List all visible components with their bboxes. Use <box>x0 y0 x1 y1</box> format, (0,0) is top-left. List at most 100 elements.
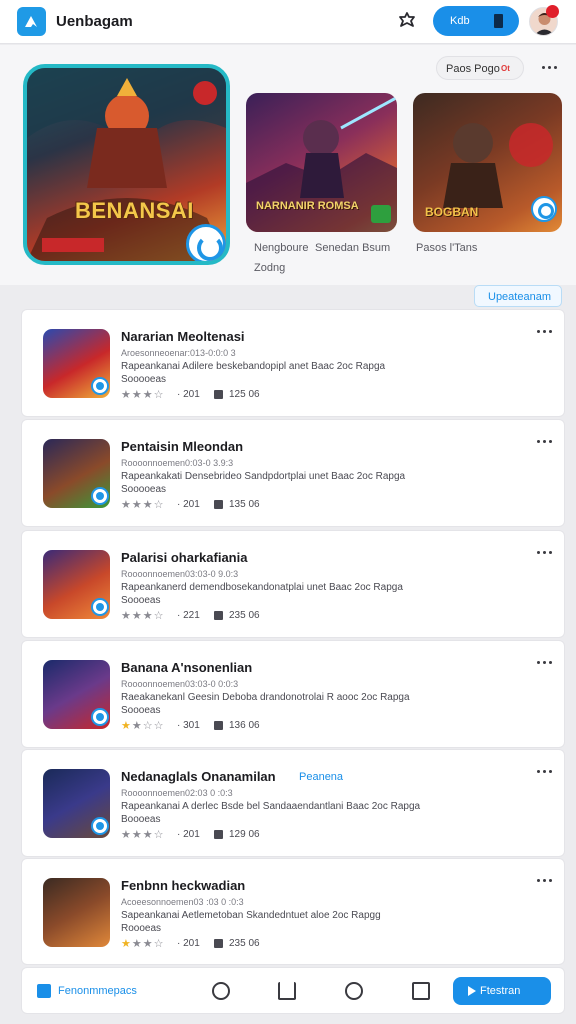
featured-caption-sub: Zodng <box>254 262 286 274</box>
app-description: Raeakanekanl Geesin Deboba drandonotrola… <box>121 692 410 716</box>
app-meta: Roooonnoemen02:03 0 :0:3 <box>121 788 233 798</box>
featured-card[interactable]: BOGBAN <box>413 93 562 232</box>
app-downloads: 125 06 <box>229 389 260 400</box>
app-list-item[interactable]: Nararian Meoltenasi Aroesonneoenar:013-0… <box>21 309 565 417</box>
star-rating: ★★★☆ <box>121 938 165 950</box>
cta-button[interactable]: Ftestran <box>453 977 551 1005</box>
app-thumbnail <box>43 329 110 398</box>
app-meta: Roooonnoemen03:03-0 0:0:3 <box>121 679 239 689</box>
chart-icon[interactable] <box>37 984 51 998</box>
featured-caption: Pasos l'Tans <box>416 242 478 254</box>
featured-more-icon[interactable] <box>541 64 559 70</box>
app-meta: Roooonnoemen03:03-0 9.0:3 <box>121 569 239 579</box>
bottom-nav: Fenonmmepacs Ftestran <box>21 967 565 1014</box>
chat-icon[interactable] <box>212 982 230 1000</box>
app-rating: · 221 <box>177 610 200 621</box>
more-icon[interactable] <box>536 877 554 883</box>
app-title: Nedanaglals Onanamilan <box>121 769 276 784</box>
app-rating: · 301 <box>177 720 200 731</box>
app-thumbnail <box>43 769 110 838</box>
app-downloads: 129 06 <box>229 829 260 840</box>
device-icon <box>494 14 503 28</box>
download-icon <box>214 500 223 509</box>
app-list-item[interactable]: Pentaisin Mleondan Roooonnoemen0:03-0 3.… <box>21 419 565 527</box>
app-thumbnail <box>43 439 110 508</box>
app-title: Uenbagam <box>56 13 133 30</box>
download-icon <box>214 830 223 839</box>
install-badge-icon[interactable] <box>186 224 226 261</box>
download-icon <box>214 390 223 399</box>
app-list-item[interactable]: Nedanaglals Onanamilan Peanena Roooonnoe… <box>21 749 565 857</box>
app-thumbnail <box>43 878 110 947</box>
more-icon[interactable] <box>536 438 554 444</box>
bottom-nav-label[interactable]: Fenonmmepacs <box>58 985 137 997</box>
more-icon[interactable] <box>536 768 554 774</box>
install-badge-icon[interactable] <box>91 817 109 835</box>
hero-banner[interactable]: BENANSAI <box>23 64 230 265</box>
app-title: Palarisi oharkafiania <box>121 550 248 565</box>
app-description: Rapeankanai Adilere beskebandopipl anet … <box>121 361 386 385</box>
featured-card-title: BOGBAN <box>425 205 479 219</box>
checkbox-icon[interactable] <box>412 982 430 1000</box>
app-title: Fenbnn heckwadian <box>121 878 246 893</box>
top-app-bar: Uenbagam Kdb <box>0 0 576 44</box>
star-rating: ★★★☆ <box>121 499 165 511</box>
star-rating: ★★★☆ <box>121 829 165 841</box>
install-badge-icon[interactable] <box>531 196 557 222</box>
header-action-button[interactable]: Kdb <box>433 6 519 36</box>
install-badge-icon[interactable] <box>91 598 109 616</box>
download-icon <box>214 939 223 948</box>
app-list-item[interactable]: Palarisi oharkafiania Roooonnoemen03:03-… <box>21 530 565 638</box>
more-icon[interactable] <box>536 328 554 334</box>
app-downloads: 136 06 <box>229 720 260 731</box>
app-meta: Aroesonneoenar:013-0:0:0 3 <box>121 348 236 358</box>
app-downloads: 135 06 <box>229 499 260 510</box>
app-logo-icon[interactable] <box>17 7 46 36</box>
play-icon <box>468 986 476 996</box>
app-description: Rapeankanai A derlec Bsde bel Sandaaenda… <box>121 801 421 825</box>
app-description: Rapeankanerd demendbosekandonatplai unet… <box>121 582 403 606</box>
share-icon[interactable] <box>278 982 296 1000</box>
app-rating: · 201 <box>177 829 200 840</box>
featured-caption: Nengboure <box>254 242 309 254</box>
install-badge-icon[interactable] <box>91 708 109 726</box>
app-list-item[interactable]: Fenbnn heckwadian Acoeesonnoemen03 :03 0… <box>21 858 565 965</box>
featured-tab-badge: Ot <box>501 64 510 73</box>
more-icon[interactable] <box>536 549 554 555</box>
app-meta: Roooonnoemen0:03-0 3.9:3 <box>121 458 234 468</box>
featured-tab[interactable]: Paos Pogo Ot <box>436 56 524 80</box>
star-rating: ★★☆☆ <box>121 720 165 732</box>
install-badge-icon[interactable] <box>91 377 109 395</box>
app-rating: · 201 <box>177 389 200 400</box>
app-title: Nararian Meoltenasi <box>121 329 245 344</box>
download-icon <box>214 611 223 620</box>
featured-tab-label: Paos Pogo <box>446 63 500 75</box>
updates-link[interactable]: Upeateanam <box>474 285 562 307</box>
app-description: Rapeankakati Densebrideo Sandpdortplai u… <box>121 471 406 495</box>
install-badge-icon[interactable] <box>91 487 109 505</box>
app-tag[interactable]: Peanena <box>299 771 343 783</box>
app-downloads: 235 06 <box>229 610 260 621</box>
badge-icon[interactable] <box>396 10 418 32</box>
app-meta: Acoeesonnoemen03 :03 0 :0:3 <box>121 897 244 907</box>
app-list-item[interactable]: Banana A'nsonenlian Roooonnoemen03:03-0 … <box>21 640 565 748</box>
star-rating: ★★★☆ <box>121 389 165 401</box>
hero-title: BENANSAI <box>75 198 194 223</box>
app-thumbnail <box>43 660 110 729</box>
header-action-label: Kdb <box>450 15 470 27</box>
palette-icon[interactable] <box>345 982 363 1000</box>
app-rating: · 201 <box>177 938 200 949</box>
featured-card-title: NARNANIR ROMSA <box>256 200 359 212</box>
featured-card[interactable]: NARNANIR ROMSA <box>246 93 397 232</box>
app-downloads: 235 06 <box>229 938 260 949</box>
featured-caption: Senedan Bsum <box>315 242 391 254</box>
hero-corner-label <box>42 238 104 252</box>
download-icon <box>214 721 223 730</box>
more-icon[interactable] <box>536 659 554 665</box>
cta-label: Ftestran <box>480 985 521 997</box>
updates-link-label: Upeateanam <box>488 291 551 303</box>
app-title: Banana A'nsonenlian <box>121 660 253 675</box>
app-thumbnail <box>43 550 110 619</box>
star-rating: ★★★☆ <box>121 610 165 622</box>
app-rating: · 201 <box>177 499 200 510</box>
